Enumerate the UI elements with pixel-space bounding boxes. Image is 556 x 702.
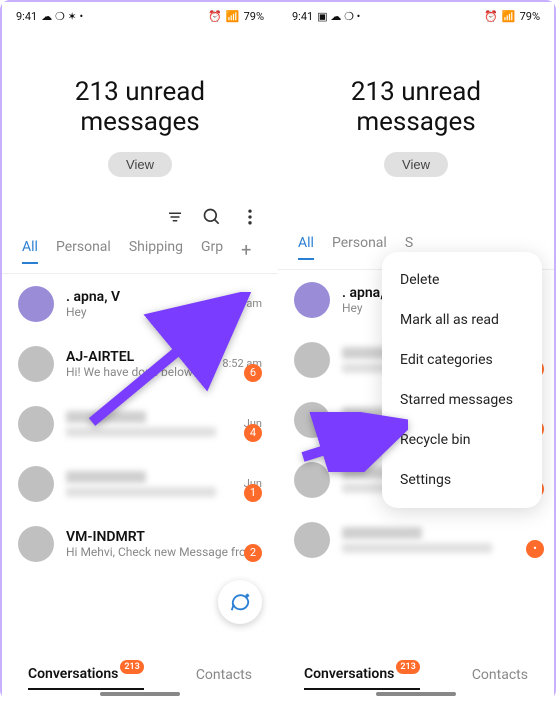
unread-title: 213 unread messages xyxy=(2,78,278,138)
list-item[interactable]: AJ-AIRTEL Hi! We have done below updatio… xyxy=(2,334,278,394)
search-icon[interactable] xyxy=(202,207,222,231)
nav-contacts[interactable]: Contacts xyxy=(472,661,528,689)
bottom-nav: Conversations213 Contacts xyxy=(2,648,278,702)
view-button[interactable]: View xyxy=(108,152,172,177)
list-item[interactable]: Jun 1 xyxy=(2,454,278,514)
add-category-button[interactable]: + xyxy=(241,240,251,261)
context-menu: Delete Mark all as read Edit categories … xyxy=(382,252,542,508)
status-icons-left: ▣ ☁ ❍ • xyxy=(317,10,360,23)
phone-screenshot-left: 9:41 ☁ ❍ ✶ • ⏰ 📶 79% 213 unread messages… xyxy=(2,2,278,702)
menu-mark-read[interactable]: Mark all as read xyxy=(382,300,542,340)
unread-title: 213 unread messages xyxy=(278,78,554,138)
tab-all[interactable]: All xyxy=(22,239,38,263)
list-item[interactable]: . apna, V Hey 9:11 am xyxy=(2,274,278,334)
bottom-nav: Conversations213 Contacts xyxy=(278,648,554,702)
nav-contacts[interactable]: Contacts xyxy=(196,661,252,689)
avatar xyxy=(18,466,54,502)
status-bar: 9:41 ▣ ☁ ❍ • ⏰ 📶 79% xyxy=(278,2,554,30)
phone-screenshot-right: 9:41 ▣ ☁ ❍ • ⏰ 📶 79% 213 unread messages… xyxy=(278,2,554,702)
menu-settings[interactable]: Settings xyxy=(382,460,542,500)
avatar xyxy=(294,282,330,318)
menu-starred[interactable]: Starred messages xyxy=(382,380,542,420)
tab-personal[interactable]: Personal xyxy=(332,235,387,259)
avatar xyxy=(18,406,54,442)
alarm-icon: ⏰ xyxy=(484,10,498,23)
battery-text: 79% xyxy=(244,10,264,23)
tab-all[interactable]: All xyxy=(298,235,314,259)
unread-badge: 1 xyxy=(244,484,262,502)
status-time: 9:41 xyxy=(16,10,37,23)
home-indicator xyxy=(100,692,180,696)
status-icons-left: ☁ ❍ ✶ • xyxy=(41,10,83,23)
nav-unread-badge: 213 xyxy=(120,660,143,674)
category-tabs: All Personal Shipping Grp + xyxy=(2,239,278,274)
nav-unread-badge: 213 xyxy=(396,660,419,674)
menu-recycle-bin[interactable]: Recycle bin xyxy=(382,420,542,460)
tab-grp[interactable]: Grp xyxy=(201,239,223,263)
unread-badge: 2 xyxy=(244,544,262,562)
status-bar: 9:41 ☁ ❍ ✶ • ⏰ 📶 79% xyxy=(2,2,278,30)
nav-conversations[interactable]: Conversations213 xyxy=(304,660,420,690)
tab-shipping[interactable]: Shipping xyxy=(129,239,183,263)
header: 213 unread messages View xyxy=(278,30,554,197)
compose-fab[interactable] xyxy=(218,580,262,624)
avatar xyxy=(18,526,54,562)
unread-badge: 4 xyxy=(244,424,262,442)
home-indicator xyxy=(376,692,456,696)
alarm-icon: ⏰ xyxy=(208,10,222,23)
view-button[interactable]: View xyxy=(384,152,448,177)
tab-personal[interactable]: Personal xyxy=(56,239,111,263)
unread-badge: 6 xyxy=(244,364,262,382)
signal-icon: 📶 xyxy=(502,10,516,23)
conversation-list: . apna, V Hey 9:11 am AJ-AIRTEL Hi! We h… xyxy=(2,274,278,574)
nav-conversations[interactable]: Conversations213 xyxy=(28,660,144,690)
status-time: 9:41 xyxy=(292,10,313,23)
battery-text: 79% xyxy=(520,10,540,23)
more-icon[interactable] xyxy=(240,207,260,231)
avatar xyxy=(18,346,54,382)
filter-icon[interactable] xyxy=(166,208,184,230)
list-item[interactable]: Jun 4 xyxy=(2,394,278,454)
signal-icon: 📶 xyxy=(226,10,240,23)
header: 213 unread messages View xyxy=(2,30,278,197)
list-item[interactable]: • xyxy=(278,510,554,570)
menu-delete[interactable]: Delete xyxy=(382,260,542,300)
avatar xyxy=(18,286,54,322)
toolbar xyxy=(2,197,278,239)
list-item[interactable]: VM-INDMRT Hi Mehvi, Check new Message fr… xyxy=(2,514,278,574)
menu-edit-categories[interactable]: Edit categories xyxy=(382,340,542,380)
